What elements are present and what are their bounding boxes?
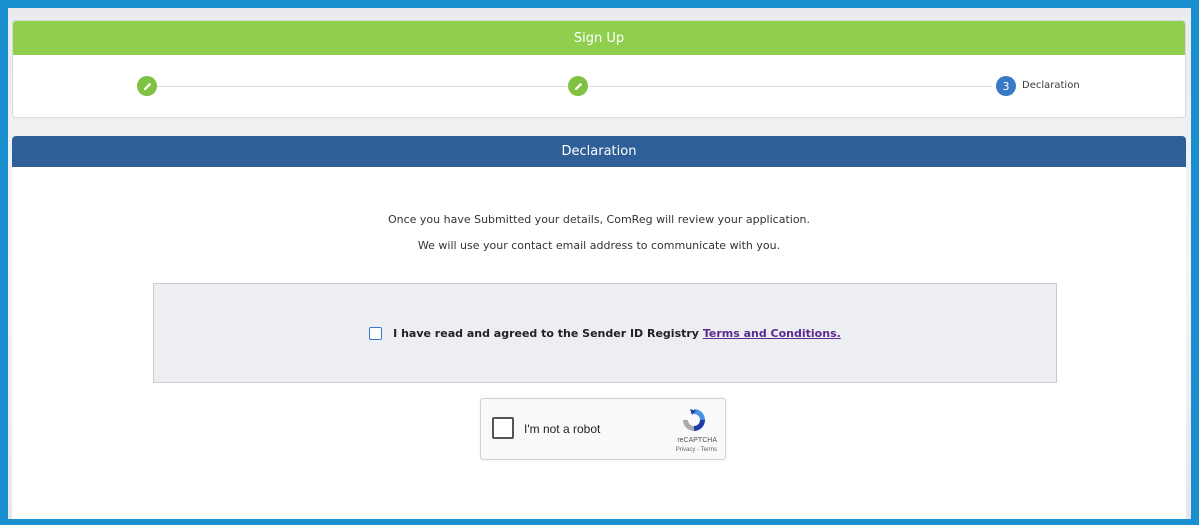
recaptcha-privacy-link[interactable]: Privacy: [676, 447, 696, 453]
recaptcha-brand: reCAPTCHA: [677, 437, 717, 444]
terms-label: I have read and agreed to the Sender ID …: [393, 327, 841, 340]
terms-and-conditions-link[interactable]: Terms and Conditions.: [703, 327, 841, 340]
step-2-completed[interactable]: [568, 76, 588, 96]
step-connector-2: [589, 86, 992, 87]
page-frame: Sign Up 3 Declaration Declaration Once y…: [8, 8, 1191, 519]
recaptcha-links: Privacy - Terms: [676, 447, 717, 453]
declaration-text-1: Once you have Submitted your details, Co…: [387, 213, 811, 226]
terms-agreement-box: I have read and agreed to the Sender ID …: [153, 283, 1057, 383]
step-number: 3: [1002, 79, 1010, 93]
terms-row: I have read and agreed to the Sender ID …: [369, 326, 841, 340]
recaptcha-terms-link[interactable]: Terms: [701, 447, 717, 453]
recaptcha-label: I'm not a robot: [524, 422, 601, 436]
recaptcha-logo-icon: [683, 409, 705, 431]
pencil-icon: [143, 82, 151, 90]
declaration-text-2: We will use your contact email address t…: [417, 239, 781, 252]
step-3-label: Declaration: [1022, 80, 1080, 91]
step-1-completed[interactable]: [137, 76, 157, 96]
recaptcha-checkbox[interactable]: [492, 417, 514, 439]
signup-header: Sign Up: [13, 21, 1185, 55]
signup-title: Sign Up: [573, 30, 625, 46]
signup-card: Sign Up 3 Declaration: [12, 20, 1186, 118]
declaration-title: Declaration: [561, 144, 637, 159]
terms-checkbox[interactable]: [369, 326, 383, 340]
step-connector-1: [157, 86, 567, 87]
step-3-current: 3: [996, 76, 1016, 96]
progress-stepper: 3 Declaration: [13, 55, 1185, 117]
pencil-icon: [574, 82, 582, 90]
declaration-header: Declaration: [12, 136, 1186, 167]
recaptcha-widget: I'm not a robot reCAPTCHA Privacy - Term…: [480, 398, 726, 460]
declaration-card: Declaration Once you have Submitted your…: [12, 136, 1186, 519]
terms-text: I have read and agreed to the Sender ID …: [393, 326, 699, 340]
